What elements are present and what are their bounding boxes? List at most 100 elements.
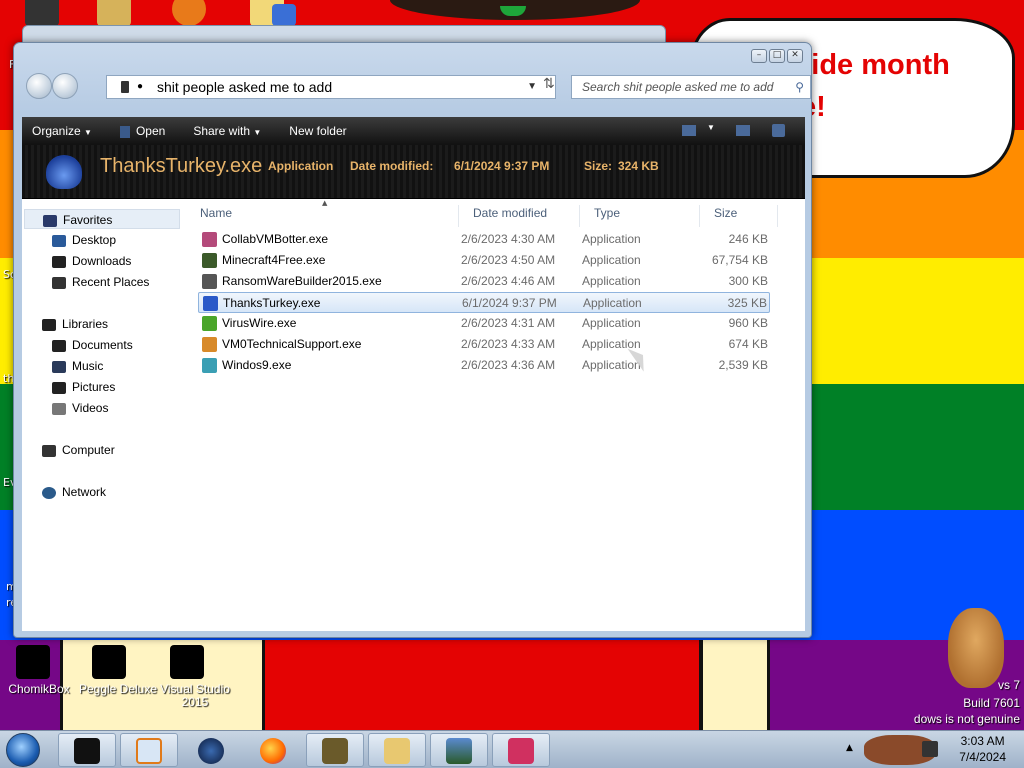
desktop-icon	[52, 234, 66, 247]
clock-date: 7/4/2024	[959, 750, 1006, 764]
nav-favorites[interactable]: Favorites	[24, 209, 180, 229]
clock[interactable]: 3:03 AM 7/4/2024	[959, 733, 1006, 765]
downloads-icon	[52, 255, 66, 268]
view-dropdown-icon[interactable]: ▼	[707, 123, 715, 132]
chomikbox-label[interactable]: ChomikBox	[4, 683, 74, 696]
documents-icon	[52, 339, 66, 352]
nav-videos[interactable]: Videos	[52, 398, 108, 418]
desktop-icon-top[interactable]	[25, 0, 59, 26]
details-file-name: ThanksTurkey.exe	[100, 155, 263, 177]
chevron-down-icon: ▼	[84, 128, 92, 137]
file-type: Application	[582, 253, 641, 267]
details-date-value: 6/1/2024 9:37 PM	[454, 159, 550, 173]
nav-computer[interactable]: Computer	[42, 440, 115, 460]
column-date-modified[interactable]: Date modified	[459, 205, 580, 227]
minimize-button[interactable]: –	[751, 49, 767, 63]
search-icon[interactable]: ⚲	[795, 76, 804, 98]
nav-recent-places[interactable]: Recent Places	[52, 272, 149, 292]
address-bar[interactable]: ● shit people asked me to add ▼	[106, 75, 556, 99]
start-button[interactable]	[6, 733, 40, 767]
file-date-modified: 2/6/2023 4:46 AM	[461, 274, 556, 288]
sort-arrow-icon: ▲	[322, 199, 328, 207]
visual-studio-label[interactable]: Visual Studio 2015	[155, 683, 235, 709]
network-tray-icon[interactable]	[922, 741, 938, 757]
file-type: Application	[582, 232, 641, 246]
nav-desktop[interactable]: Desktop	[52, 230, 116, 250]
nav-favorites-label: Favorites	[63, 213, 113, 227]
share-with-button[interactable]: Share with ▼	[175, 124, 271, 138]
peggle-deluxe-label[interactable]: Peggle Deluxe	[78, 683, 158, 696]
file-size: 674 KB	[728, 337, 768, 351]
taskbar-button[interactable]	[244, 733, 302, 767]
media-player-icon	[136, 738, 162, 764]
show-hidden-icons[interactable]: ▲	[846, 743, 853, 753]
nav-downloads[interactable]: Downloads	[52, 251, 131, 271]
maximize-button[interactable]: □	[769, 49, 785, 63]
desktop-icon-top[interactable]	[272, 4, 296, 26]
file-row[interactable]: Windos9.exe 2/6/2023 4:36 AM Application 2,…	[198, 355, 770, 376]
paint-icon	[508, 738, 534, 764]
file-row[interactable]: VirusWire.exe 2/6/2023 4:31 AM Application…	[198, 313, 770, 334]
taskbar-button[interactable]	[120, 733, 178, 767]
view-icon[interactable]	[682, 125, 696, 136]
system-tray: ▲ 3:03 AM 7/4/2024	[840, 731, 1024, 768]
nav-desktop-label: Desktop	[72, 233, 117, 247]
close-button[interactable]: ✕	[787, 49, 803, 63]
file-icon	[203, 296, 218, 311]
file-row[interactable]: Minecraft4Free.exe 2/6/2023 4:50 AM Applic…	[198, 250, 770, 271]
file-row[interactable]: CollabVMBotter.exe 2/6/2023 4:30 AM Applic…	[198, 229, 770, 250]
nav-pictures[interactable]: Pictures	[52, 377, 115, 397]
taskbar-button[interactable]	[182, 733, 240, 767]
nav-music[interactable]: Music	[52, 356, 103, 376]
file-date-modified: 2/6/2023 4:30 AM	[461, 232, 556, 246]
search-input[interactable]: Search shit people asked me to add ⚲	[571, 75, 811, 99]
desktop-icon-top[interactable]	[97, 0, 131, 26]
file-date-modified: 2/6/2023 4:36 AM	[461, 358, 556, 372]
column-size[interactable]: Size	[700, 205, 778, 227]
nav-network-label: Network	[62, 485, 107, 499]
computer-icon	[42, 444, 56, 457]
pictures-icon	[52, 381, 66, 394]
file-row[interactable]: RansomWareBuilder2015.exe 2/6/2023 4:46 A…	[198, 271, 770, 292]
nav-network[interactable]: Network	[42, 482, 106, 502]
refresh-icon[interactable]: ⇅	[543, 76, 555, 92]
music-icon	[52, 360, 66, 373]
visual-studio-icon[interactable]	[170, 645, 204, 679]
file-name: Windos9.exe	[222, 358, 292, 372]
column-type[interactable]: Type	[580, 205, 700, 227]
nav-documents[interactable]: Documents	[52, 335, 133, 355]
file-size: 2,539 KB	[718, 358, 768, 372]
open-button[interactable]: Open	[102, 124, 175, 138]
libraries-icon	[42, 318, 56, 331]
taskbar-button[interactable]	[430, 733, 488, 767]
taskbar-button[interactable]	[492, 733, 550, 767]
chomikbox-icon[interactable]	[16, 645, 50, 679]
file-row[interactable]: ThanksTurkey.exe 6/1/2024 9:37 PM Applicat…	[198, 292, 770, 313]
nav-libraries[interactable]: Libraries	[42, 314, 108, 334]
preview-pane-icon[interactable]	[736, 125, 750, 136]
help-icon[interactable]	[772, 124, 785, 137]
file-name: RansomWareBuilder2015.exe	[222, 274, 382, 288]
details-date-label: Date modified:	[350, 159, 434, 173]
details-pane: ThanksTurkey.exe Application Date modifi…	[22, 145, 805, 199]
organize-button[interactable]: Organize ▼	[22, 124, 102, 138]
file-name: VirusWire.exe	[222, 316, 297, 330]
address-dropdown-icon[interactable]: ▼	[527, 76, 537, 98]
back-button[interactable]	[26, 73, 52, 99]
folder-icon	[384, 738, 410, 764]
navigation-bar: ● shit people asked me to add ▼ ⇅ Search…	[26, 71, 811, 107]
new-folder-button[interactable]: New folder	[271, 124, 356, 138]
file-date-modified: 2/6/2023 4:33 AM	[461, 337, 556, 351]
star-icon	[43, 214, 57, 227]
nav-music-label: Music	[72, 359, 104, 373]
taskbar-button[interactable]	[58, 733, 116, 767]
taskbar-button[interactable]	[368, 733, 426, 767]
nav-computer-label: Computer	[62, 443, 115, 457]
file-icon	[202, 274, 217, 289]
column-name[interactable]: Name	[198, 205, 459, 227]
file-row[interactable]: VM0TechnicalSupport.exe 2/6/2023 4:33 AM A…	[198, 334, 770, 355]
forward-button[interactable]	[52, 73, 78, 99]
globe-icon	[198, 738, 224, 764]
peggle-deluxe-icon[interactable]	[92, 645, 126, 679]
taskbar-button[interactable]	[306, 733, 364, 767]
